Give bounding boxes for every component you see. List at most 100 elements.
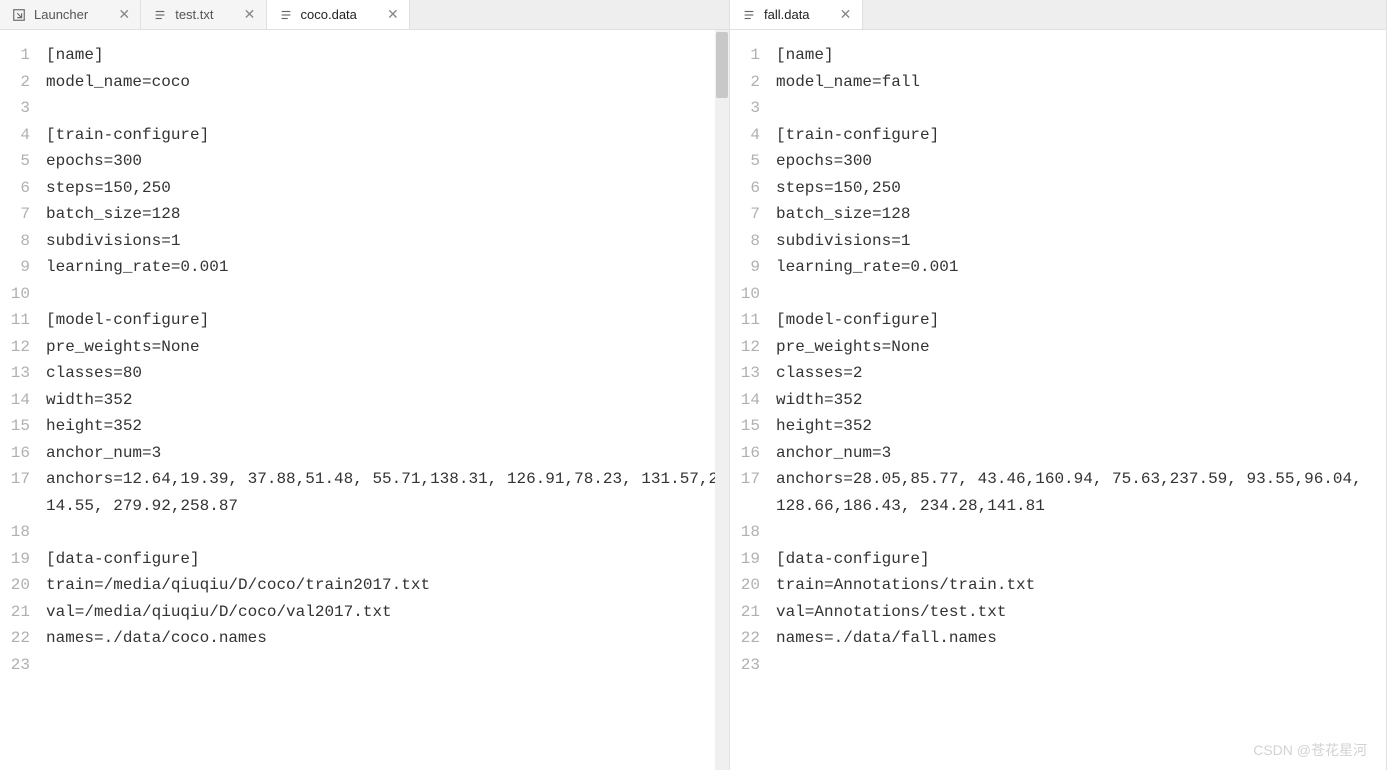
code-line[interactable]: batch_size=128 bbox=[776, 201, 1378, 228]
code-line[interactable]: names=./data/coco.names bbox=[46, 625, 721, 652]
line-number: 19 bbox=[0, 546, 30, 573]
code-line[interactable]: epochs=300 bbox=[776, 148, 1378, 175]
line-number: 7 bbox=[730, 201, 760, 228]
code-line[interactable]: val=Annotations/test.txt bbox=[776, 599, 1378, 626]
text-file-icon bbox=[742, 8, 756, 22]
code-line[interactable]: [model-configure] bbox=[46, 307, 721, 334]
scrollbar-thumb[interactable] bbox=[716, 32, 728, 98]
code-line[interactable]: pre_weights=None bbox=[776, 334, 1378, 361]
code-line[interactable]: anchor_num=3 bbox=[46, 440, 721, 467]
code-line[interactable]: classes=80 bbox=[46, 360, 721, 387]
editor-body-left[interactable]: 1234567891011121314151617181920212223 [n… bbox=[0, 30, 729, 770]
line-number: 6 bbox=[0, 175, 30, 202]
code-line[interactable]: classes=2 bbox=[776, 360, 1378, 387]
tab-test-txt[interactable]: test.txt ✕ bbox=[141, 0, 266, 29]
line-number: 19 bbox=[730, 546, 760, 573]
tab-label: fall.data bbox=[764, 7, 810, 22]
line-number: 21 bbox=[730, 599, 760, 626]
tab-coco-data[interactable]: coco.data ✕ bbox=[267, 0, 410, 29]
code-line[interactable] bbox=[46, 281, 721, 308]
code-area[interactable]: [name]model_name=fall [train-configure]ep… bbox=[768, 30, 1386, 770]
line-number: 1 bbox=[0, 42, 30, 69]
line-number: 22 bbox=[0, 625, 30, 652]
line-number: 9 bbox=[0, 254, 30, 281]
line-number: 22 bbox=[730, 625, 760, 652]
tab-launcher[interactable]: Launcher ✕ bbox=[0, 0, 141, 29]
line-number: 13 bbox=[730, 360, 760, 387]
code-line[interactable]: [train-configure] bbox=[776, 122, 1378, 149]
tab-label: test.txt bbox=[175, 7, 213, 22]
line-number: 1 bbox=[730, 42, 760, 69]
line-number: 21 bbox=[0, 599, 30, 626]
code-line[interactable]: [train-configure] bbox=[46, 122, 721, 149]
code-line[interactable]: subdivisions=1 bbox=[776, 228, 1378, 255]
code-line[interactable]: batch_size=128 bbox=[46, 201, 721, 228]
line-number: 11 bbox=[730, 307, 760, 334]
line-number: 10 bbox=[730, 281, 760, 308]
editor-body-right[interactable]: 1234567891011121314151617181920212223 [n… bbox=[730, 30, 1386, 770]
code-line[interactable]: [data-configure] bbox=[776, 546, 1378, 573]
code-line[interactable]: anchors=28.05,85.77, 43.46,160.94, 75.63… bbox=[776, 466, 1378, 519]
code-line[interactable] bbox=[776, 95, 1378, 122]
line-number: 17 bbox=[0, 466, 30, 493]
code-line[interactable]: width=352 bbox=[46, 387, 721, 414]
code-line[interactable]: train=Annotations/train.txt bbox=[776, 572, 1378, 599]
text-file-icon bbox=[153, 8, 167, 22]
code-line[interactable]: learning_rate=0.001 bbox=[46, 254, 721, 281]
tab-label: Launcher bbox=[34, 7, 88, 22]
code-line[interactable]: [name] bbox=[776, 42, 1378, 69]
code-line[interactable]: height=352 bbox=[46, 413, 721, 440]
code-line[interactable] bbox=[46, 95, 721, 122]
line-number-wrap bbox=[730, 493, 760, 520]
code-line[interactable]: model_name=coco bbox=[46, 69, 721, 96]
code-line[interactable] bbox=[776, 281, 1378, 308]
line-number: 5 bbox=[730, 148, 760, 175]
code-line[interactable]: [name] bbox=[46, 42, 721, 69]
code-line[interactable]: anchor_num=3 bbox=[776, 440, 1378, 467]
line-gutter: 1234567891011121314151617181920212223 bbox=[0, 30, 38, 770]
code-line[interactable]: names=./data/fall.names bbox=[776, 625, 1378, 652]
code-line[interactable] bbox=[46, 519, 721, 546]
line-number: 18 bbox=[730, 519, 760, 546]
code-line[interactable]: steps=150,250 bbox=[776, 175, 1378, 202]
close-icon[interactable]: ✕ bbox=[116, 7, 132, 23]
line-number: 23 bbox=[0, 652, 30, 679]
code-line[interactable] bbox=[46, 652, 721, 679]
code-line[interactable]: steps=150,250 bbox=[46, 175, 721, 202]
code-line[interactable]: pre_weights=None bbox=[46, 334, 721, 361]
code-line[interactable]: subdivisions=1 bbox=[46, 228, 721, 255]
code-line[interactable]: val=/media/qiuqiu/D/coco/val2017.txt bbox=[46, 599, 721, 626]
line-number: 2 bbox=[0, 69, 30, 96]
line-number: 20 bbox=[0, 572, 30, 599]
line-number: 10 bbox=[0, 281, 30, 308]
tab-bar-filler bbox=[410, 0, 729, 29]
code-line[interactable]: epochs=300 bbox=[46, 148, 721, 175]
code-line[interactable]: height=352 bbox=[776, 413, 1378, 440]
tab-fall-data[interactable]: fall.data ✕ bbox=[730, 0, 863, 29]
close-icon[interactable]: ✕ bbox=[838, 7, 854, 23]
tab-bar-right: fall.data ✕ bbox=[730, 0, 1386, 30]
line-number: 14 bbox=[730, 387, 760, 414]
code-area[interactable]: [name]model_name=coco [train-configure]ep… bbox=[38, 30, 729, 770]
code-line[interactable]: train=/media/qiuqiu/D/coco/train2017.txt bbox=[46, 572, 721, 599]
code-line[interactable]: anchors=12.64,19.39, 37.88,51.48, 55.71,… bbox=[46, 466, 721, 519]
line-number: 8 bbox=[730, 228, 760, 255]
line-number-wrap bbox=[0, 493, 30, 520]
line-number: 18 bbox=[0, 519, 30, 546]
tab-bar-filler bbox=[863, 0, 1386, 29]
scrollbar-track[interactable] bbox=[715, 30, 729, 770]
code-line[interactable]: [data-configure] bbox=[46, 546, 721, 573]
code-line[interactable] bbox=[776, 519, 1378, 546]
close-icon[interactable]: ✕ bbox=[385, 7, 401, 23]
line-number: 12 bbox=[730, 334, 760, 361]
text-file-icon bbox=[279, 8, 293, 22]
code-line[interactable]: model_name=fall bbox=[776, 69, 1378, 96]
code-line[interactable]: [model-configure] bbox=[776, 307, 1378, 334]
line-number: 2 bbox=[730, 69, 760, 96]
close-icon[interactable]: ✕ bbox=[242, 7, 258, 23]
code-line[interactable]: learning_rate=0.001 bbox=[776, 254, 1378, 281]
code-line[interactable]: width=352 bbox=[776, 387, 1378, 414]
code-line[interactable] bbox=[776, 652, 1378, 679]
line-number: 20 bbox=[730, 572, 760, 599]
tab-label: coco.data bbox=[301, 7, 357, 22]
